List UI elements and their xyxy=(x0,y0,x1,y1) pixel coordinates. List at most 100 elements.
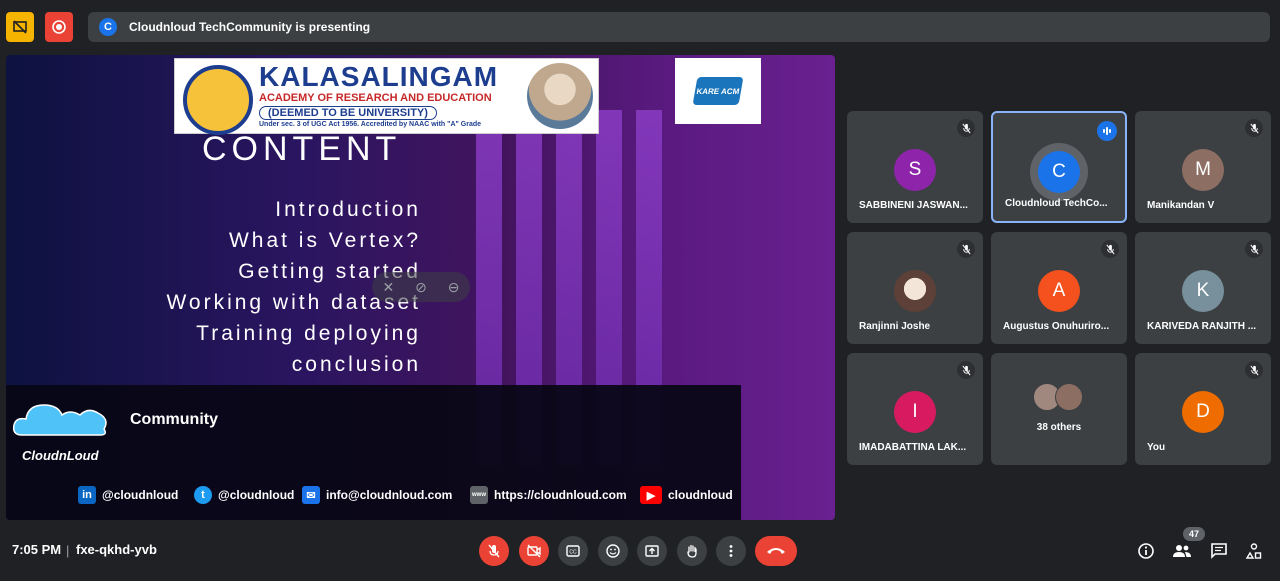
mic-off-icon xyxy=(1245,119,1263,137)
hand-icon xyxy=(687,544,697,558)
meeting-code[interactable]: fxe-qkhd-yvb xyxy=(76,542,157,557)
present-now-button[interactable] xyxy=(637,536,667,566)
avatar xyxy=(894,270,936,312)
more-options-button[interactable] xyxy=(716,536,746,566)
more-vert-icon xyxy=(729,545,733,557)
social-label: https://cloudnloud.com xyxy=(494,488,627,502)
slide-item: What is Vertex? xyxy=(228,229,421,252)
university-deemed: (DEEMED TO BE UNIVERSITY) xyxy=(259,106,437,120)
university-logo: KALASALINGAM ACADEMY OF RESEARCH AND EDU… xyxy=(174,58,599,135)
social-label: cloudnloud xyxy=(668,488,733,502)
participant-tile[interactable]: I IMADABATTINA LAK... xyxy=(847,353,983,465)
volume-off-icon[interactable]: ⊘ xyxy=(415,279,427,296)
participant-tile[interactable]: M Manikandan V xyxy=(1135,111,1271,223)
participant-name: KARIVEDA RANJITH ... xyxy=(1147,321,1257,332)
mic-off-icon xyxy=(1101,240,1119,258)
raise-hand-button[interactable] xyxy=(677,536,707,566)
mic-off-icon xyxy=(1245,361,1263,379)
participant-name: Augustus Onuhuriro... xyxy=(1003,321,1110,332)
social-linkedin: in @cloudnloud xyxy=(78,486,178,504)
youtube-icon: ▶ xyxy=(640,486,662,504)
participant-name: SABBINENI JASWAN... xyxy=(859,200,968,211)
participant-tile[interactable]: Ranjinni Joshe xyxy=(847,232,983,344)
twitter-icon: t xyxy=(194,486,212,504)
slide-footer: CloudnLoud Community in @cloudnloud t @c… xyxy=(6,385,741,520)
record-icon xyxy=(52,20,66,34)
avatar: C xyxy=(1038,151,1080,193)
screen-share-off-icon xyxy=(13,20,27,34)
slide-item: Introduction xyxy=(275,198,421,221)
social-twitter: t @cloudnloud xyxy=(194,486,294,504)
avatar: I xyxy=(894,391,936,433)
present-info-button[interactable] xyxy=(6,12,34,42)
presenter-avatar: C xyxy=(99,18,117,36)
mic-off-icon xyxy=(957,119,975,137)
others-avatar-group xyxy=(1033,383,1087,411)
acm-logo-mark: KARE ACM xyxy=(692,77,744,105)
camera-off-icon xyxy=(527,544,541,558)
linkedin-icon: in xyxy=(78,486,96,504)
social-youtube: ▶ cloudnloud xyxy=(640,486,733,504)
presenting-text: Cloudnloud TechCommunity is presenting xyxy=(129,20,371,34)
mic-off-icon xyxy=(488,544,500,558)
meeting-details-button[interactable] xyxy=(1135,540,1157,562)
participant-tile[interactable]: D You xyxy=(1135,353,1271,465)
slide-item: conclusion xyxy=(291,353,421,376)
recording-button[interactable] xyxy=(45,12,73,42)
presenter-mini-controls: ✕ ⊘ ⊖ xyxy=(372,272,470,302)
social-label: @cloudnloud xyxy=(102,488,179,502)
speaking-indicator-icon xyxy=(1097,121,1117,141)
separator: | xyxy=(66,543,70,558)
university-subtitle: ACADEMY OF RESEARCH AND EDUCATION xyxy=(259,92,492,104)
info-icon xyxy=(1138,543,1154,559)
participant-name: 38 others xyxy=(1036,422,1082,433)
university-name: KALASALINGAM xyxy=(259,61,499,92)
university-accreditation: Under sec. 3 of UGC Act 1956. Accredited… xyxy=(259,121,482,128)
chat-icon xyxy=(1211,543,1227,559)
avatar: K xyxy=(1182,270,1224,312)
slide-item: Training deploying xyxy=(196,322,421,345)
participant-name: Manikandan V xyxy=(1147,200,1215,211)
avatar xyxy=(1055,383,1083,411)
avatar: S xyxy=(894,149,936,191)
social-label: info@cloudnloud.com xyxy=(326,488,453,502)
mic-off-icon xyxy=(957,240,975,258)
chat-button[interactable] xyxy=(1208,540,1230,562)
reactions-button[interactable] xyxy=(598,536,628,566)
web-icon: www xyxy=(470,486,488,504)
participant-tile[interactable]: K KARIVEDA RANJITH ... xyxy=(1135,232,1271,344)
social-email: ✉ info@cloudnloud.com xyxy=(302,486,452,504)
call-end-icon xyxy=(767,548,785,554)
captions-icon: CC xyxy=(566,545,580,557)
camera-toggle-button[interactable] xyxy=(519,536,549,566)
people-count-badge: 47 xyxy=(1183,527,1205,541)
participant-name: Cloudnloud TechCo... xyxy=(1005,198,1108,209)
participant-tile[interactable]: C Cloudnloud TechCo... xyxy=(991,111,1127,223)
avatar: D xyxy=(1182,391,1224,433)
svg-text:CC: CC xyxy=(569,550,577,556)
people-button[interactable] xyxy=(1171,540,1193,562)
social-label: @cloudnloud xyxy=(218,488,295,502)
participant-name: You xyxy=(1147,442,1166,453)
mic-toggle-button[interactable] xyxy=(479,536,509,566)
mic-off-icon xyxy=(1245,240,1263,258)
participant-name: Ranjinni Joshe xyxy=(859,321,931,332)
activities-button[interactable] xyxy=(1243,540,1265,562)
social-web: www https://cloudnloud.com xyxy=(470,486,627,504)
leave-call-button[interactable] xyxy=(755,536,797,566)
email-icon: ✉ xyxy=(302,486,320,504)
brand-name: CloudnLoud xyxy=(22,448,99,463)
clock: 7:05 PM xyxy=(12,542,62,557)
slide-heading: CONTENT xyxy=(202,130,402,168)
emoji-icon xyxy=(606,544,620,558)
captions-button[interactable]: CC xyxy=(558,536,588,566)
participant-tile[interactable]: S SABBINENI JASWAN... xyxy=(847,111,983,223)
mic-off-icon[interactable]: ✕ xyxy=(382,279,394,296)
minus-circle-icon[interactable]: ⊖ xyxy=(448,279,460,296)
presentation-slide: KALASALINGAM ACADEMY OF RESEARCH AND EDU… xyxy=(6,55,835,520)
community-label: Community xyxy=(130,411,218,428)
founder-portrait xyxy=(527,63,593,129)
participant-tile[interactable]: 38 others xyxy=(991,353,1127,465)
participant-tile[interactable]: A Augustus Onuhuriro... xyxy=(991,232,1127,344)
presenting-banner: C Cloudnloud TechCommunity is presenting xyxy=(88,12,1270,42)
